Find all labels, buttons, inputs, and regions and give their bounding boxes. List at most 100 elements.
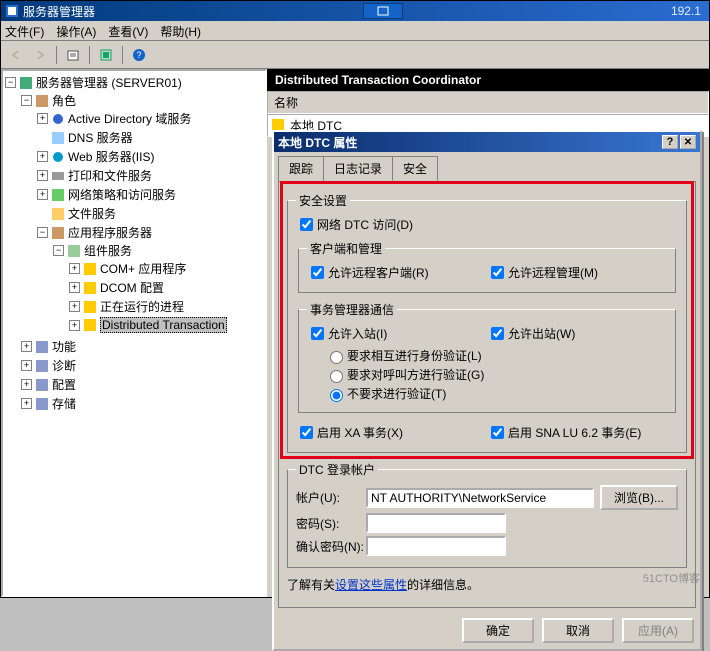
nav-back-button[interactable]	[5, 44, 27, 66]
tree-root[interactable]: 服务器管理器 (SERVER01)	[36, 74, 182, 91]
rad-mutual-label: 要求相互进行身份验证(L)	[347, 347, 482, 364]
tree-view[interactable]: − 服务器管理器 (SERVER01) − 角色 + Active Directo…	[1, 69, 267, 597]
tree-dtc[interactable]: Distributed Transaction	[100, 317, 227, 333]
input-confirm-password[interactable]	[366, 536, 506, 556]
tree-toggle[interactable]: +	[37, 113, 48, 124]
rad-caller[interactable]	[330, 370, 343, 383]
tree-compserv[interactable]: 组件服务	[84, 242, 132, 259]
tree-diag[interactable]: 诊断	[52, 357, 76, 374]
properties-icon[interactable]	[62, 44, 84, 66]
titlebar-restore-icon[interactable]	[363, 3, 403, 19]
chk-remote-admin[interactable]	[491, 266, 504, 279]
tree-toggle[interactable]: +	[37, 170, 48, 181]
input-account[interactable]	[366, 488, 594, 508]
input-password[interactable]	[366, 513, 506, 533]
menu-view[interactable]: 查看(V)	[108, 23, 148, 38]
tree-storage[interactable]: 存储	[52, 395, 76, 412]
tree-print[interactable]: 打印和文件服务	[68, 167, 152, 184]
group-client: 客户端和管理 允许远程客户端(R) 允许远程管理(M)	[298, 240, 676, 293]
tree-features[interactable]: 功能	[52, 338, 76, 355]
tree-toggle[interactable]: +	[21, 341, 32, 352]
chk-xa[interactable]	[300, 426, 313, 439]
menu-action[interactable]: 操作(A)	[56, 23, 96, 38]
chk-remote-client[interactable]	[311, 266, 324, 279]
tree-running[interactable]: 正在运行的进程	[100, 298, 184, 315]
tree-fileserver[interactable]: 文件服务	[68, 205, 116, 222]
tree-toggle[interactable]: −	[37, 227, 48, 238]
tree-toggle[interactable]: +	[21, 379, 32, 390]
compserv-icon	[67, 244, 81, 258]
chk-network-dtc[interactable]	[300, 218, 313, 231]
config-icon	[35, 378, 49, 392]
iis-icon	[51, 150, 65, 164]
watermark: 51CTO博客	[643, 570, 700, 586]
help-icon[interactable]: ?	[128, 44, 150, 66]
chk-inbound[interactable]	[311, 327, 324, 340]
appserver-icon	[51, 226, 65, 240]
info-link[interactable]: 设置这些属性	[335, 578, 407, 592]
group-account-legend: DTC 登录帐户	[296, 461, 378, 478]
window-title: 服务器管理器	[23, 3, 95, 20]
dialog-help-button[interactable]: ?	[662, 135, 678, 149]
chk-sna[interactable]	[491, 426, 504, 439]
ok-button[interactable]: 确定	[462, 618, 534, 643]
roles-icon	[35, 94, 49, 108]
nav-forward-button[interactable]	[29, 44, 51, 66]
dialog-titlebar[interactable]: 本地 DTC 属性 ? ✕	[274, 132, 700, 152]
tree-toggle[interactable]: +	[21, 360, 32, 371]
tab-trace[interactable]: 跟踪	[278, 156, 324, 181]
tree-ad[interactable]: Active Directory 域服务	[68, 110, 191, 127]
server-icon	[19, 76, 33, 90]
info-prefix: 了解有关	[287, 578, 335, 592]
tree-toggle[interactable]: −	[21, 95, 32, 106]
menubar: 文件(F) 操作(A) 查看(V) 帮助(H)	[1, 21, 709, 41]
tree-dns[interactable]: DNS 服务器	[68, 129, 133, 146]
refresh-icon[interactable]	[95, 44, 117, 66]
titlebar-ip: 192.1	[671, 4, 701, 18]
tree-appserver[interactable]: 应用程序服务器	[68, 224, 152, 241]
tree-roles[interactable]: 角色	[52, 92, 76, 109]
dialog-title: 本地 DTC 属性	[278, 134, 357, 151]
dcom-icon	[83, 281, 97, 295]
right-pane-header: Distributed Transaction Coordinator	[267, 69, 709, 91]
rad-mutual[interactable]	[330, 351, 343, 364]
toolbar: ?	[1, 41, 709, 69]
menu-help[interactable]: 帮助(H)	[160, 23, 201, 38]
tree-iis[interactable]: Web 服务器(IIS)	[68, 148, 154, 165]
tab-log[interactable]: 日志记录	[323, 156, 393, 181]
tree-toggle[interactable]: −	[53, 245, 64, 256]
right-pane-col-name[interactable]: 名称	[267, 91, 709, 114]
dialog-close-button[interactable]: ✕	[680, 135, 696, 149]
group-client-legend: 客户端和管理	[307, 240, 385, 257]
chk-outbound-label: 允许出站(W)	[508, 325, 575, 342]
chk-network-dtc-label: 网络 DTC 访问(D)	[317, 216, 413, 233]
info-suffix: 的详细信息。	[407, 578, 479, 592]
tab-security[interactable]: 安全	[392, 156, 438, 181]
tree-toggle[interactable]: +	[37, 151, 48, 162]
svg-text:?: ?	[136, 50, 141, 60]
tree-complus[interactable]: COM+ 应用程序	[100, 260, 186, 277]
tree-toggle[interactable]: +	[37, 189, 48, 200]
tree-config[interactable]: 配置	[52, 376, 76, 393]
tree-toggle[interactable]: +	[69, 263, 80, 274]
group-tm-legend: 事务管理器通信	[307, 301, 397, 318]
tree-dcom[interactable]: DCOM 配置	[100, 279, 164, 296]
tree-toggle[interactable]: +	[69, 301, 80, 312]
group-tm: 事务管理器通信 允许入站(I) 允许出站(W) 要求相互进行身份验证(L) 要求…	[298, 301, 676, 413]
titlebar: 服务器管理器 192.1	[1, 1, 709, 21]
lbl-account: 帐户(U):	[296, 489, 366, 506]
chk-inbound-label: 允许入站(I)	[328, 325, 387, 342]
rad-noauth[interactable]	[330, 389, 343, 402]
cancel-button[interactable]: 取消	[542, 618, 614, 643]
tree-toggle[interactable]: +	[69, 282, 80, 293]
tree-netpolicy[interactable]: 网络策略和访问服务	[68, 186, 176, 203]
tree-toggle[interactable]: +	[69, 320, 80, 331]
chk-outbound[interactable]	[491, 327, 504, 340]
menu-file[interactable]: 文件(F)	[5, 23, 44, 38]
tree-toggle[interactable]: −	[5, 77, 16, 88]
apply-button[interactable]: 应用(A)	[622, 618, 694, 643]
chk-xa-label: 启用 XA 事务(X)	[317, 424, 403, 441]
info-text: 了解有关设置这些属性的详细信息。	[287, 576, 687, 593]
tree-toggle[interactable]: +	[21, 398, 32, 409]
browse-button[interactable]: 浏览(B)...	[600, 485, 678, 510]
